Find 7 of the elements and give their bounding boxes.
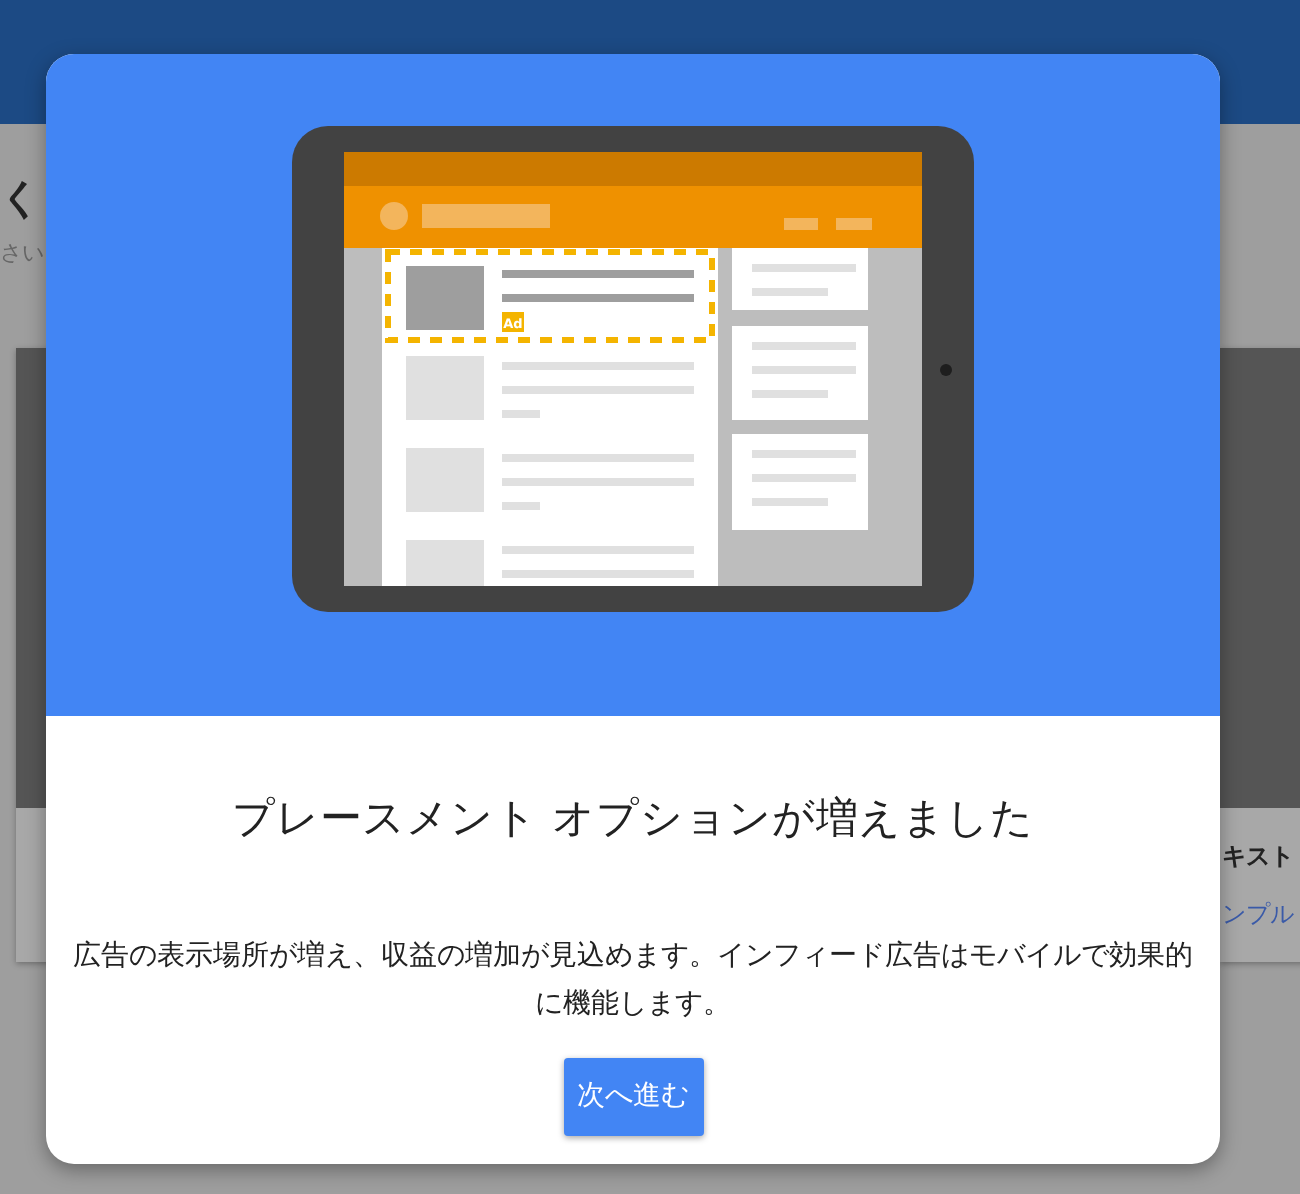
page-subheading: さい: [0, 238, 44, 270]
card-link[interactable]: ンプル: [1220, 874, 1300, 932]
card-title: キスト: [1220, 840, 1296, 874]
dialog-message: 広告の表示場所が増え、収益の増加が見込めます。インフィード広告はモバイルで効果的に機能します。: [71, 937, 1195, 1023]
dialog-title: プレースメント オプションが増えました: [230, 792, 1036, 846]
next-button[interactable]: 次へ進む: [563, 1057, 703, 1135]
page-heading: く: [0, 174, 40, 222]
